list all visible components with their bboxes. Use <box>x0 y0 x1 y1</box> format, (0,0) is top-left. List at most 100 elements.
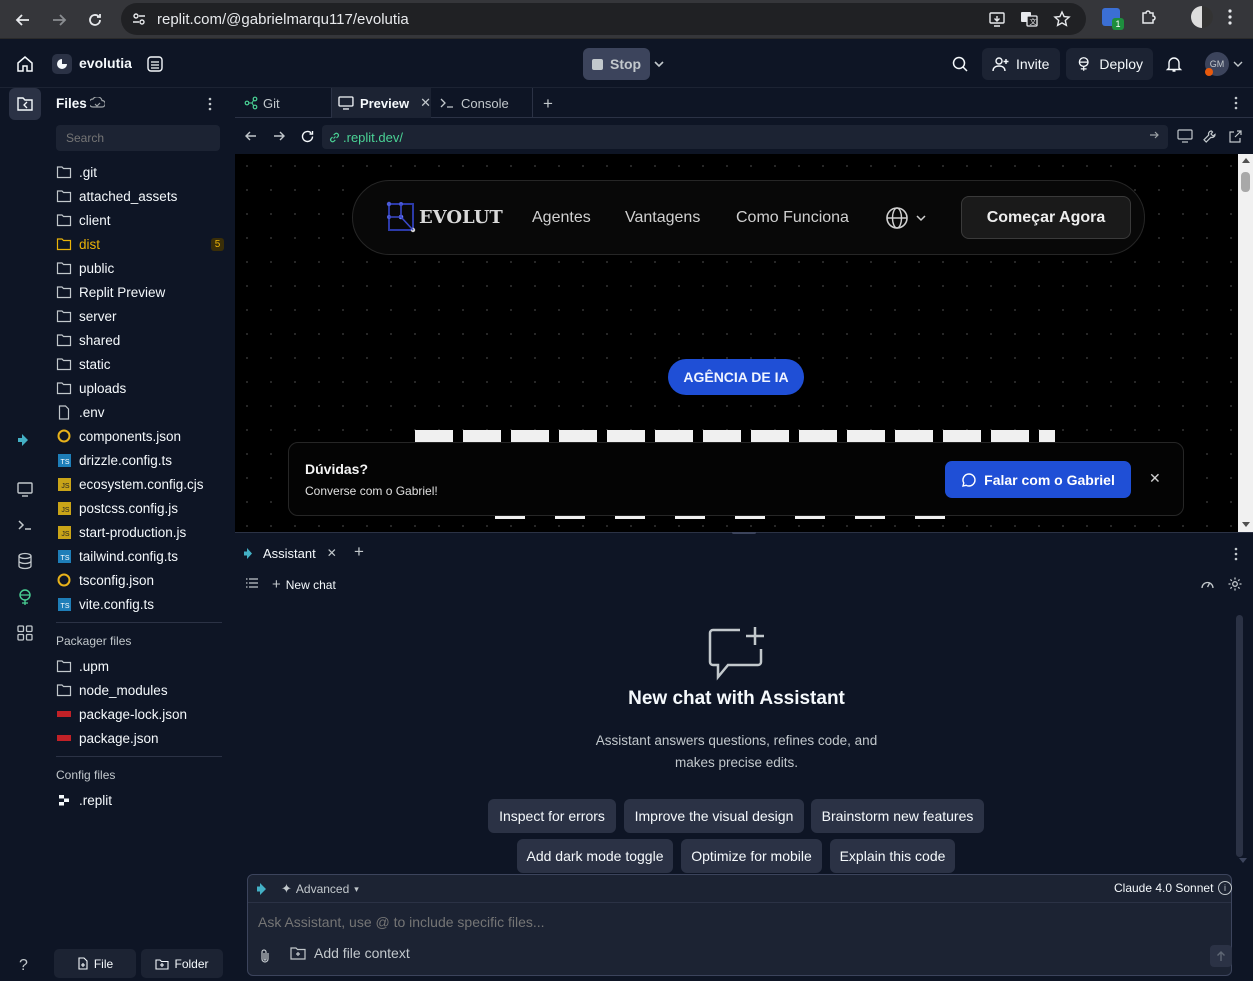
close-popup-icon[interactable]: ✕ <box>1149 470 1161 487</box>
files-tool-icon[interactable] <box>9 88 41 120</box>
suggestion-chip[interactable]: Brainstorm new features <box>811 799 984 833</box>
assistant-pane-menu-icon[interactable] <box>1234 547 1238 561</box>
folder-item[interactable]: Replit Preview <box>56 281 224 303</box>
new-file-button[interactable]: File <box>54 949 136 978</box>
file-item[interactable]: package.json <box>56 727 224 749</box>
site-logo-icon[interactable] <box>386 201 416 233</box>
database-icon[interactable] <box>14 550 36 572</box>
send-button[interactable] <box>1210 945 1232 967</box>
new-folder-button[interactable]: Folder <box>141 949 223 978</box>
extension-icon[interactable]: 1 <box>1102 7 1126 31</box>
file-item[interactable]: package-lock.json <box>56 703 224 725</box>
suggestion-chip[interactable]: Explain this code <box>830 839 955 873</box>
pane-menu-icon[interactable] <box>1234 96 1238 110</box>
assistant-scroll-down-icon[interactable] <box>1239 858 1247 863</box>
close-assistant-tab-icon[interactable]: ✕ <box>327 546 337 560</box>
file-item[interactable]: TS tailwind.config.ts <box>56 545 224 567</box>
profile-avatar[interactable] <box>1191 6 1213 28</box>
site-nav-link[interactable]: Vantagens <box>625 209 700 227</box>
address-text[interactable]: replit.com/@gabrielmarqu117/evolutia <box>157 11 409 28</box>
model-info-icon[interactable]: i <box>1218 881 1232 895</box>
add-file-context-button[interactable]: Add file context <box>290 945 410 961</box>
tab-preview[interactable]: Preview ✕ <box>332 88 431 118</box>
invite-button[interactable]: Invite <box>982 48 1060 80</box>
language-selector[interactable] <box>885 206 927 230</box>
help-icon[interactable]: ? <box>19 957 28 975</box>
add-tab-icon[interactable]: + <box>543 94 553 114</box>
add-tab-icon[interactable]: + <box>354 542 364 562</box>
site-nav-link[interactable]: Agentes <box>532 209 591 227</box>
project-name[interactable]: evolutia <box>79 55 132 71</box>
file-item[interactable]: .replit <box>56 789 224 811</box>
install-app-icon[interactable] <box>988 10 1006 28</box>
attach-paperclip-icon[interactable] <box>259 948 271 964</box>
file-item[interactable]: TS drizzle.config.ts <box>56 449 224 471</box>
preview-back-icon[interactable] <box>244 129 258 143</box>
run-options-chevron-icon[interactable] <box>653 59 665 69</box>
file-item[interactable]: JS postcss.config.js <box>56 497 224 519</box>
close-tab-icon[interactable]: ✕ <box>420 95 431 111</box>
scroll-up-arrow-icon[interactable] <box>1242 158 1250 163</box>
folder-item[interactable]: client <box>56 209 224 231</box>
home-icon[interactable] <box>16 55 34 73</box>
chrome-menu-icon[interactable] <box>1227 8 1233 26</box>
folder-item[interactable]: dist 5 <box>56 233 224 255</box>
tab-console[interactable]: Console <box>440 88 509 118</box>
site-logo-text[interactable]: EVOLUT <box>419 207 503 228</box>
reload-icon[interactable] <box>81 6 109 34</box>
all-tools-grid-icon[interactable] <box>14 622 36 644</box>
files-menu-icon[interactable] <box>208 97 212 111</box>
preview-url-bar[interactable]: .replit.dev/ <box>322 125 1168 149</box>
preview-scrollbar[interactable] <box>1238 154 1253 532</box>
mode-selector[interactable]: ✦ Advanced ▾ <box>281 881 359 897</box>
open-new-tab-icon[interactable] <box>1228 129 1243 144</box>
notifications-bell-icon[interactable] <box>1165 55 1183 73</box>
agent-icon[interactable] <box>14 429 36 451</box>
scroll-down-arrow-icon[interactable] <box>1242 522 1250 527</box>
file-item[interactable]: components.json <box>56 425 224 447</box>
devtools-wrench-icon[interactable] <box>1202 129 1217 144</box>
folder-item[interactable]: shared <box>56 329 224 351</box>
usage-gauge-icon[interactable] <box>1200 577 1215 590</box>
bookmark-star-icon[interactable] <box>1053 10 1071 28</box>
chat-history-icon[interactable] <box>246 578 258 588</box>
folder-item[interactable]: server <box>56 305 224 327</box>
file-item[interactable]: .env <box>56 401 224 423</box>
stop-button[interactable]: Stop <box>583 48 651 80</box>
tab-assistant[interactable]: Assistant ✕ <box>235 539 345 567</box>
file-item[interactable]: JS start-production.js <box>56 521 224 543</box>
site-nav-link[interactable]: Como Funciona <box>736 209 849 227</box>
site-cta-button[interactable]: Começar Agora <box>961 196 1131 239</box>
folder-item[interactable]: static <box>56 353 224 375</box>
file-search-input[interactable] <box>56 125 220 151</box>
user-avatar[interactable]: GM <box>1205 52 1229 76</box>
assistant-prompt-input[interactable] <box>258 910 1208 934</box>
suggestion-chip[interactable]: Add dark mode toggle <box>517 839 673 873</box>
folder-item[interactable]: node_modules <box>56 679 224 701</box>
preview-reload-icon[interactable] <box>300 129 315 144</box>
model-label[interactable]: Claude 4.0 Sonnet <box>1114 881 1213 895</box>
talk-to-gabriel-button[interactable]: Falar com o Gabriel <box>945 461 1131 498</box>
file-item[interactable]: JS ecosystem.config.cjs <box>56 473 224 495</box>
extensions-puzzle-icon[interactable] <box>1139 7 1159 27</box>
folder-item[interactable]: public <box>56 257 224 279</box>
file-item[interactable]: tsconfig.json <box>56 569 224 591</box>
folder-item[interactable]: uploads <box>56 377 224 399</box>
suggestion-chip[interactable]: Improve the visual design <box>624 799 804 833</box>
open-url-arrow-icon[interactable] <box>1148 129 1160 141</box>
webview-icon[interactable] <box>14 478 36 500</box>
preview-forward-icon[interactable] <box>272 129 286 143</box>
deployments-icon[interactable] <box>14 586 36 608</box>
tab-git[interactable]: Git <box>244 88 280 118</box>
new-chat-button[interactable]: + New chat <box>272 576 336 593</box>
folder-item[interactable]: attached_assets <box>56 185 224 207</box>
account-chevron-icon[interactable] <box>1233 60 1243 68</box>
shell-icon[interactable] <box>14 514 36 536</box>
suggestion-chip[interactable]: Inspect for errors <box>488 799 616 833</box>
deploy-button[interactable]: Deploy <box>1066 48 1153 80</box>
project-menu-icon[interactable] <box>146 55 164 73</box>
folder-item[interactable]: .git <box>56 161 224 183</box>
suggestion-chip[interactable]: Optimize for mobile <box>681 839 822 873</box>
address-bar[interactable]: replit.com/@gabrielmarqu117/evolutia 文 <box>121 3 1086 35</box>
file-item[interactable]: TS vite.config.ts <box>56 593 224 615</box>
